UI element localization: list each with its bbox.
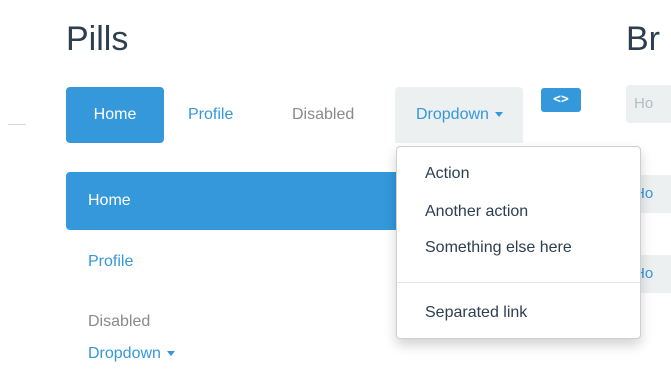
menu-item-separated-link[interactable]: Separated link <box>425 304 527 322</box>
pill-label: Home <box>93 106 137 123</box>
menu-item-something-else[interactable]: Something else here <box>425 239 572 257</box>
caret-down-icon <box>166 351 175 357</box>
code-icon[interactable]: <> <box>541 88 581 112</box>
section-heading-pills: Pills <box>66 20 129 58</box>
stacked-pill-profile[interactable]: Profile <box>66 233 133 291</box>
menu-item-another-action[interactable]: Another action <box>425 203 528 221</box>
caret-down-icon <box>494 112 503 118</box>
breadcrumb-item-home: Ho <box>634 95 654 112</box>
section-heading-breadcrumbs: Br <box>626 20 660 58</box>
breadcrumb: Ho <box>626 85 671 123</box>
horizontal-divider <box>8 124 26 125</box>
pill-profile[interactable]: Profile <box>188 87 233 143</box>
stacked-pill-home[interactable]: Home <box>66 172 411 230</box>
stacked-pill-dropdown[interactable]: Dropdown <box>66 324 175 384</box>
pill-disabled: Disabled <box>292 87 354 143</box>
pill-label: Dropdown <box>416 106 489 123</box>
pill-label: Profile <box>88 253 134 270</box>
pill-label: Home <box>88 192 131 209</box>
pill-dropdown-toggle[interactable]: Dropdown <box>395 87 523 143</box>
menu-divider <box>397 282 640 283</box>
pill-label: Disabled <box>292 106 355 123</box>
dropdown-menu: Action Another action Something else her… <box>396 146 641 339</box>
pill-home[interactable]: Home <box>66 87 164 143</box>
pill-label: Profile <box>188 106 234 123</box>
menu-item-action[interactable]: Action <box>425 165 469 183</box>
pill-label: Dropdown <box>88 345 161 362</box>
